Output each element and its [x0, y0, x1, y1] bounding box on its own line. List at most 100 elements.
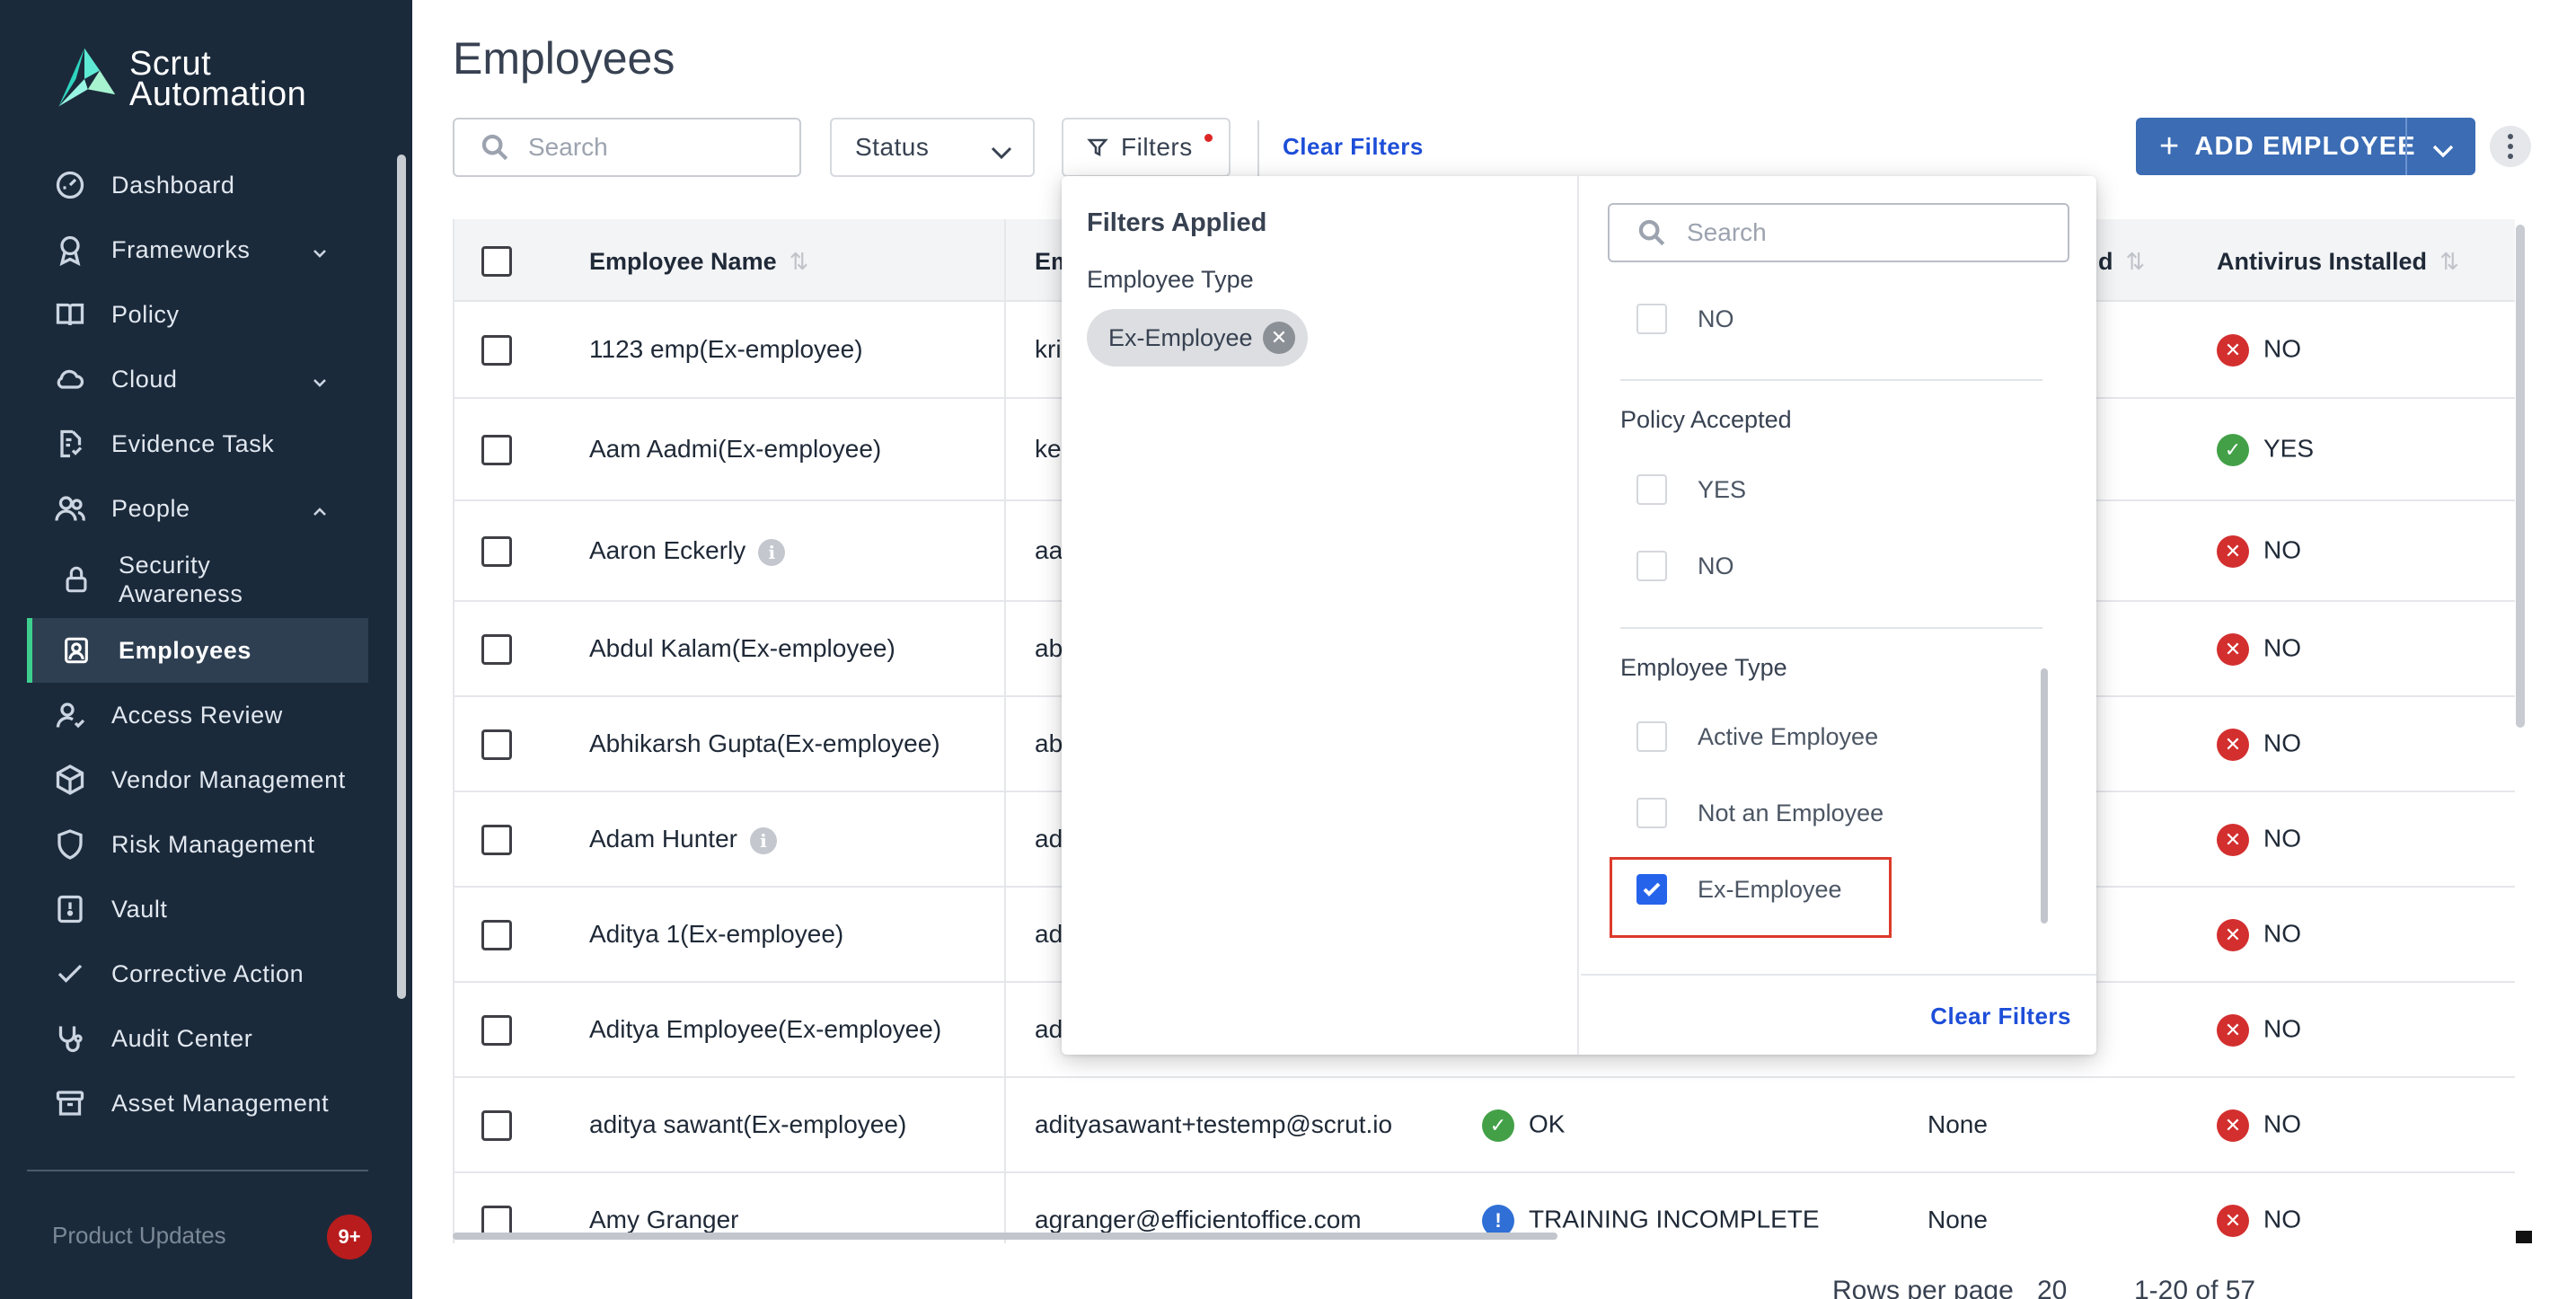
employee-name-cell[interactable]: 1123 emp(Ex-employee) — [589, 335, 863, 364]
employee-name-cell[interactable]: aditya sawant(Ex-employee) — [589, 1110, 906, 1139]
sidebar-item-product-updates[interactable]: Product Updates — [52, 1222, 226, 1250]
sidebar-item-evidence-task[interactable]: Evidence Task — [27, 411, 368, 476]
info-icon[interactable]: i — [758, 538, 786, 566]
filter-options-panel: NO Policy Accepted YES NO Employee Type … — [1581, 176, 2096, 1055]
checkbox[interactable] — [1636, 304, 1667, 334]
filter-search-input[interactable] — [1687, 218, 2028, 247]
chevron-up-icon[interactable] — [311, 499, 329, 517]
toolbar-divider — [1257, 120, 1259, 176]
column-header-employee-name[interactable]: Employee Name ⇅ — [589, 248, 808, 276]
employee-name-cell[interactable]: Amy Granger — [589, 1206, 739, 1234]
checkbox[interactable] — [1636, 798, 1667, 828]
checkbox[interactable] — [1636, 474, 1667, 505]
column-header-hidden[interactable]: d ⇅ — [2098, 248, 2145, 276]
sidebar-item-frameworks[interactable]: Frameworks — [27, 217, 368, 282]
filter-options-scrollbar[interactable] — [2041, 668, 2048, 923]
row-checkbox[interactable] — [481, 335, 512, 366]
row-checkbox[interactable] — [481, 536, 512, 567]
status-dropdown[interactable]: Status — [830, 118, 1035, 177]
horizontal-scrollbar[interactable] — [453, 1233, 1557, 1240]
sidebar-item-dashboard[interactable]: Dashboard — [27, 153, 368, 217]
notification-badge[interactable]: 9+ — [327, 1215, 372, 1259]
sidebar-item-audit-center[interactable]: Audit Center — [27, 1006, 368, 1071]
employee-name-cell[interactable]: Adam Hunter i — [589, 825, 777, 854]
employee-name-cell[interactable]: Abdul Kalam(Ex-employee) — [589, 634, 895, 663]
chevron-down-icon[interactable] — [2430, 137, 2456, 167]
more-options-icon[interactable] — [2490, 126, 2531, 167]
sidebar-item-vendor-management[interactable]: Vendor Management — [27, 747, 368, 812]
sidebar-scrollbar[interactable] — [397, 155, 406, 999]
row-checkbox[interactable] — [481, 435, 512, 465]
employee-name-cell[interactable]: Aaron Eckerly i — [589, 536, 786, 566]
people-icon — [52, 490, 88, 526]
employee-name-cell[interactable]: Abhikarsh Gupta(Ex-employee) — [589, 729, 940, 758]
filter-option-label: NO — [1698, 552, 1734, 579]
chevron-down-icon[interactable] — [311, 370, 329, 388]
sidebar-item-risk-management[interactable]: Risk Management — [27, 812, 368, 877]
row-checkbox[interactable] — [481, 825, 512, 855]
sidebar-item-label: Policy — [111, 300, 180, 328]
sidebar-item-asset-management[interactable]: Asset Management — [27, 1071, 368, 1136]
filter-search-box[interactable] — [1608, 203, 2069, 262]
row-checkbox[interactable] — [481, 1110, 512, 1141]
antivirus-cell: ✕ NO — [2217, 1014, 2301, 1047]
add-employee-button[interactable]: + ADD EMPLOYEE — [2136, 118, 2475, 175]
applied-group-label: Employee Type — [1087, 266, 1254, 293]
filter-option-label: YES — [1698, 475, 1747, 503]
sidebar-item-label: Vault — [111, 895, 168, 923]
email-cell: ad — [1035, 1015, 1063, 1043]
row-checkbox[interactable] — [481, 634, 512, 665]
stethoscope-icon — [52, 1021, 88, 1056]
sort-icon[interactable]: ⇅ — [2126, 248, 2146, 275]
column-header-antivirus[interactable]: Antivirus Installed ⇅ — [2217, 248, 2459, 276]
sidebar-item-label: Vendor Management — [111, 765, 346, 793]
sidebar-nav: Dashboard Frameworks Policy Cloud Eviden… — [27, 153, 368, 1136]
sidebar: Scrut Automation Dashboard Frameworks Po… — [0, 0, 412, 1299]
employee-name-cell[interactable]: Aditya 1(Ex-employee) — [589, 920, 843, 949]
logo[interactable]: Scrut Automation — [50, 45, 306, 113]
table-row[interactable]: aditya sawant(Ex-employee) adityasawant+t… — [454, 1078, 2515, 1173]
filter-option-policy-yes[interactable]: YES — [1636, 474, 1746, 505]
sidebar-item-employees[interactable]: Employees — [27, 618, 368, 683]
sidebar-item-security-awareness[interactable]: Security Awareness — [27, 541, 368, 618]
employee-name: Aam Aadmi(Ex-employee) — [589, 435, 882, 463]
sidebar-item-policy[interactable]: Policy — [27, 282, 368, 347]
search-input[interactable] — [528, 133, 780, 162]
row-checkbox[interactable] — [481, 920, 512, 950]
filter-option-not-an-employee[interactable]: Not an Employee — [1636, 798, 1883, 828]
checkbox[interactable] — [1636, 551, 1667, 581]
filter-option-no[interactable]: NO — [1636, 304, 1734, 334]
filters-button[interactable]: Filters — [1062, 118, 1231, 177]
sidebar-item-corrective-action[interactable]: Corrective Action — [27, 941, 368, 1006]
remove-chip-icon[interactable]: ✕ — [1263, 322, 1295, 354]
sidebar-item-people[interactable]: People — [27, 476, 368, 541]
chevron-down-icon[interactable] — [311, 241, 329, 259]
sort-icon[interactable]: ⇅ — [2439, 248, 2459, 275]
row-checkbox[interactable] — [481, 1015, 512, 1046]
filter-option-policy-no[interactable]: NO — [1636, 551, 1734, 581]
box-icon — [52, 762, 88, 798]
search-box[interactable] — [453, 118, 801, 177]
row-checkbox[interactable] — [481, 1206, 512, 1236]
info-icon[interactable]: i — [749, 826, 777, 854]
antivirus-cell: ✕ NO — [2217, 824, 2301, 856]
clear-filters-link[interactable]: Clear Filters — [1283, 133, 1424, 161]
sidebar-item-label: Security Awareness — [119, 552, 243, 607]
sidebar-item-cloud[interactable]: Cloud — [27, 347, 368, 411]
select-all-checkbox[interactable] — [481, 246, 512, 277]
employee-name-cell[interactable]: Aditya Employee(Ex-employee) — [589, 1015, 941, 1044]
checkbox[interactable] — [1636, 721, 1667, 752]
row-checkbox[interactable] — [481, 729, 512, 760]
sidebar-item-access-review[interactable]: Access Review — [27, 683, 368, 747]
rows-per-page-select[interactable]: 20 — [2037, 1276, 2067, 1299]
x-circle-icon: ✕ — [2217, 1014, 2249, 1047]
x-circle-icon: ✕ — [2217, 824, 2249, 856]
training-status-label: OK — [1529, 1109, 1566, 1138]
scrut-logo-icon — [58, 48, 116, 107]
employee-name-cell[interactable]: Aam Aadmi(Ex-employee) — [589, 435, 881, 464]
clear-filters-button[interactable]: Clear Filters — [1930, 1003, 2071, 1030]
filter-option-active-employee[interactable]: Active Employee — [1636, 721, 1878, 752]
vertical-scrollbar[interactable] — [2516, 225, 2525, 728]
sort-icon[interactable]: ⇅ — [790, 248, 809, 275]
sidebar-item-vault[interactable]: Vault — [27, 877, 368, 941]
